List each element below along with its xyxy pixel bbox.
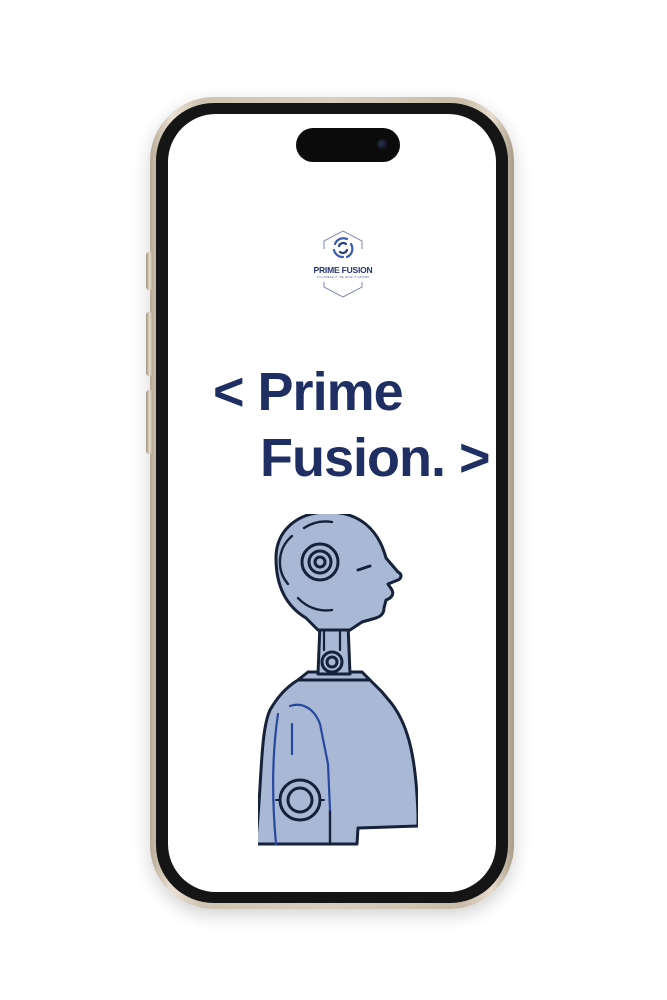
brand-logo: PRIME FUSION YOU DREAM IT, WE MAKE IT HA… (308, 230, 378, 298)
dynamic-island (296, 128, 400, 162)
volume-down-button (146, 390, 153, 454)
logo-hexagon-icon (323, 230, 363, 298)
robot-bust-icon (254, 510, 420, 849)
logo-wordmark: PRIME FUSION (313, 265, 373, 275)
phone-bezel: PRIME FUSION YOU DREAM IT, WE MAKE IT HA… (156, 103, 508, 903)
mute-switch (146, 252, 153, 290)
phone-screen: PRIME FUSION YOU DREAM IT, WE MAKE IT HA… (168, 114, 496, 892)
stage: PRIME FUSION YOU DREAM IT, WE MAKE IT HA… (0, 0, 667, 1000)
front-camera-icon (377, 139, 388, 150)
headline-line-1: < Prime (213, 362, 404, 422)
logo-tagline: YOU DREAM IT, WE MAKE IT HAPPEN (316, 276, 370, 279)
volume-up-button (146, 312, 153, 376)
phone-mockup: PRIME FUSION YOU DREAM IT, WE MAKE IT HA… (146, 97, 514, 909)
robot-illustration-svg (254, 510, 420, 846)
headline-line-2: Fusion. > (260, 428, 491, 488)
